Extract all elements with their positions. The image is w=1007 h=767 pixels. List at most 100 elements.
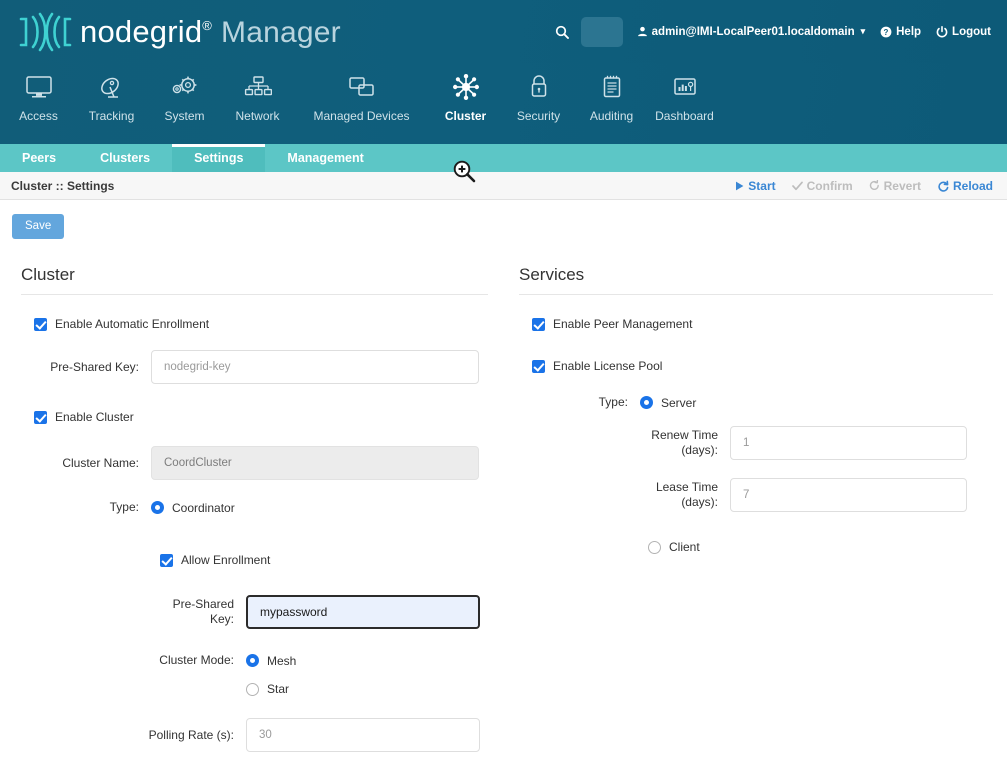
help-link[interactable]: ? Help (880, 26, 921, 38)
services-type-client-radio[interactable] (648, 540, 661, 554)
main-navigation: Access Tracking System Network Managed D… (0, 63, 1007, 183)
enable-peer-management-label: Enable Peer Management (553, 317, 693, 331)
app-header: nodegrid ® Manager admin@IMI-LocalPeer01.… (0, 0, 1007, 63)
cluster-mode-mesh-radio[interactable] (246, 654, 259, 667)
services-type-client-row: Client (648, 540, 993, 554)
chevron-down-icon: ▾ (860, 26, 866, 36)
renew-time-label-line1: Renew Time (651, 428, 718, 442)
enable-license-pool-checkbox[interactable] (532, 359, 545, 373)
cluster-type-coordinator-radio[interactable] (151, 501, 164, 514)
breadcrumb-bar: Cluster :: Settings Start Confirm Revert… (0, 172, 1007, 200)
cluster-mode-star-label: Star (267, 682, 290, 696)
preshared-key-label: Pre-Shared Key: (18, 597, 246, 627)
svg-text:?: ? (884, 28, 889, 37)
cluster-section: Cluster Enable Automatic Enrollment Pre-… (18, 265, 488, 764)
subnav-item-peers[interactable]: Peers (0, 144, 78, 172)
search-input[interactable] (580, 16, 623, 47)
cluster-type-row: Type: Coordinator (18, 500, 488, 515)
services-type-server-radio[interactable] (640, 396, 653, 409)
nav-item-dashboard[interactable]: Dashboard (648, 63, 721, 123)
preshared-key-label-line1: Pre-Shared (172, 597, 234, 611)
enable-peer-management-checkbox[interactable] (532, 317, 545, 331)
preshared-key-auto-row: Pre-Shared Key: (18, 350, 488, 384)
enable-automatic-enrollment-row[interactable]: Enable Automatic Enrollment (34, 317, 488, 331)
gears-icon (170, 69, 200, 105)
nav-item-managed-devices[interactable]: Managed Devices (294, 63, 429, 123)
enable-peer-management-row[interactable]: Enable Peer Management (532, 317, 993, 331)
subnav-item-management[interactable]: Management (265, 144, 385, 172)
enable-license-pool-row[interactable]: Enable License Pool (532, 359, 993, 373)
subnav-item-settings[interactable]: Settings (172, 144, 266, 172)
services-type-server-label: Server (661, 395, 697, 410)
sub-navigation: Peers Clusters Settings Management (0, 144, 1007, 172)
preshared-key-auto-input[interactable] (151, 350, 479, 384)
reload-label: Reload (952, 178, 993, 193)
nav-label: Tracking (88, 109, 135, 123)
logout-link[interactable]: Logout (936, 26, 991, 38)
nav-item-security[interactable]: Security (502, 63, 575, 123)
reload-button[interactable]: Reload (937, 179, 993, 193)
enable-cluster-checkbox[interactable] (34, 410, 47, 424)
nav-label: Network (235, 109, 280, 123)
services-section-title: Services (519, 265, 993, 295)
allow-enrollment-checkbox[interactable] (160, 553, 173, 567)
preshared-key-input[interactable] (246, 595, 480, 629)
nav-item-cluster[interactable]: Cluster (429, 63, 502, 123)
cluster-mode-label: Cluster Mode: (159, 653, 234, 667)
nav-item-access[interactable]: Access (2, 63, 75, 123)
action-bar: Start Confirm Revert Reload (735, 179, 999, 193)
polling-rate-input[interactable] (246, 718, 480, 752)
logo-registered-mark: ® (202, 17, 213, 33)
help-icon: ? (880, 26, 892, 37)
app-logo[interactable]: nodegrid ® Manager (14, 10, 341, 54)
windows-stack-icon (347, 69, 377, 105)
preshared-key-label-line2: Key: (209, 612, 234, 626)
enable-license-pool-label: Enable License Pool (553, 359, 663, 373)
nav-label: Dashboard (655, 109, 714, 123)
services-section: Services Enable Peer Management Enable L… (516, 265, 993, 764)
notepad-icon (600, 69, 624, 105)
cluster-mode-star-radio[interactable] (246, 682, 259, 696)
network-hierarchy-icon (244, 69, 272, 105)
lease-time-input[interactable] (730, 478, 967, 512)
cluster-type-label: Type: (109, 500, 139, 514)
services-type-client-label: Client (669, 540, 700, 554)
enable-automatic-enrollment-label: Enable Automatic Enrollment (55, 317, 210, 331)
enable-cluster-row[interactable]: Enable Cluster (34, 410, 488, 424)
renew-time-input[interactable] (730, 426, 967, 460)
nav-item-system[interactable]: System (148, 63, 221, 123)
renew-time-row: Renew Time (days): (516, 426, 993, 460)
revert-button[interactable]: Revert (869, 179, 921, 193)
logout-label: Logout (952, 25, 991, 38)
allow-enrollment-row[interactable]: Allow Enrollment (160, 553, 488, 567)
cluster-mode-star-row: Star (18, 682, 488, 696)
play-icon (736, 181, 744, 190)
subnav-item-clusters[interactable]: Clusters (78, 144, 172, 172)
nav-item-network[interactable]: Network (221, 63, 294, 123)
lease-time-label: Lease Time (days): (516, 480, 730, 510)
save-button[interactable]: Save (12, 214, 65, 239)
nav-label: Security (516, 109, 561, 123)
cluster-name-label: Cluster Name: (62, 455, 139, 470)
enable-automatic-enrollment-checkbox[interactable] (34, 317, 47, 331)
user-menu-label: admin@IMI-LocalPeer01.localdomain (651, 25, 855, 38)
confirm-button[interactable]: Confirm (791, 179, 853, 193)
cluster-hub-icon (451, 69, 481, 105)
power-icon (936, 25, 948, 37)
lease-time-label-line2: (days): (681, 495, 718, 509)
nav-item-auditing[interactable]: Auditing (575, 63, 648, 123)
polling-rate-row: Polling Rate (s): (18, 718, 488, 752)
user-menu[interactable]: admin@IMI-LocalPeer01.localdomain ▾ (637, 26, 865, 38)
cluster-mode-mesh-label: Mesh (267, 653, 297, 668)
logo-product: Manager (221, 15, 341, 49)
cluster-name-input (151, 446, 479, 480)
monitor-icon (25, 69, 53, 105)
preshared-key-auto-label: Pre-Shared Key: (50, 359, 139, 374)
breadcrumb: Cluster :: Settings (11, 178, 115, 193)
revert-label: Revert (883, 178, 921, 193)
nav-item-tracking[interactable]: Tracking (75, 63, 148, 123)
search-icon[interactable] (551, 21, 573, 43)
start-button[interactable]: Start (735, 179, 776, 193)
nav-label: Managed Devices (313, 109, 410, 123)
page-content: Save Cluster Enable Automatic Enrollment… (0, 200, 1007, 767)
